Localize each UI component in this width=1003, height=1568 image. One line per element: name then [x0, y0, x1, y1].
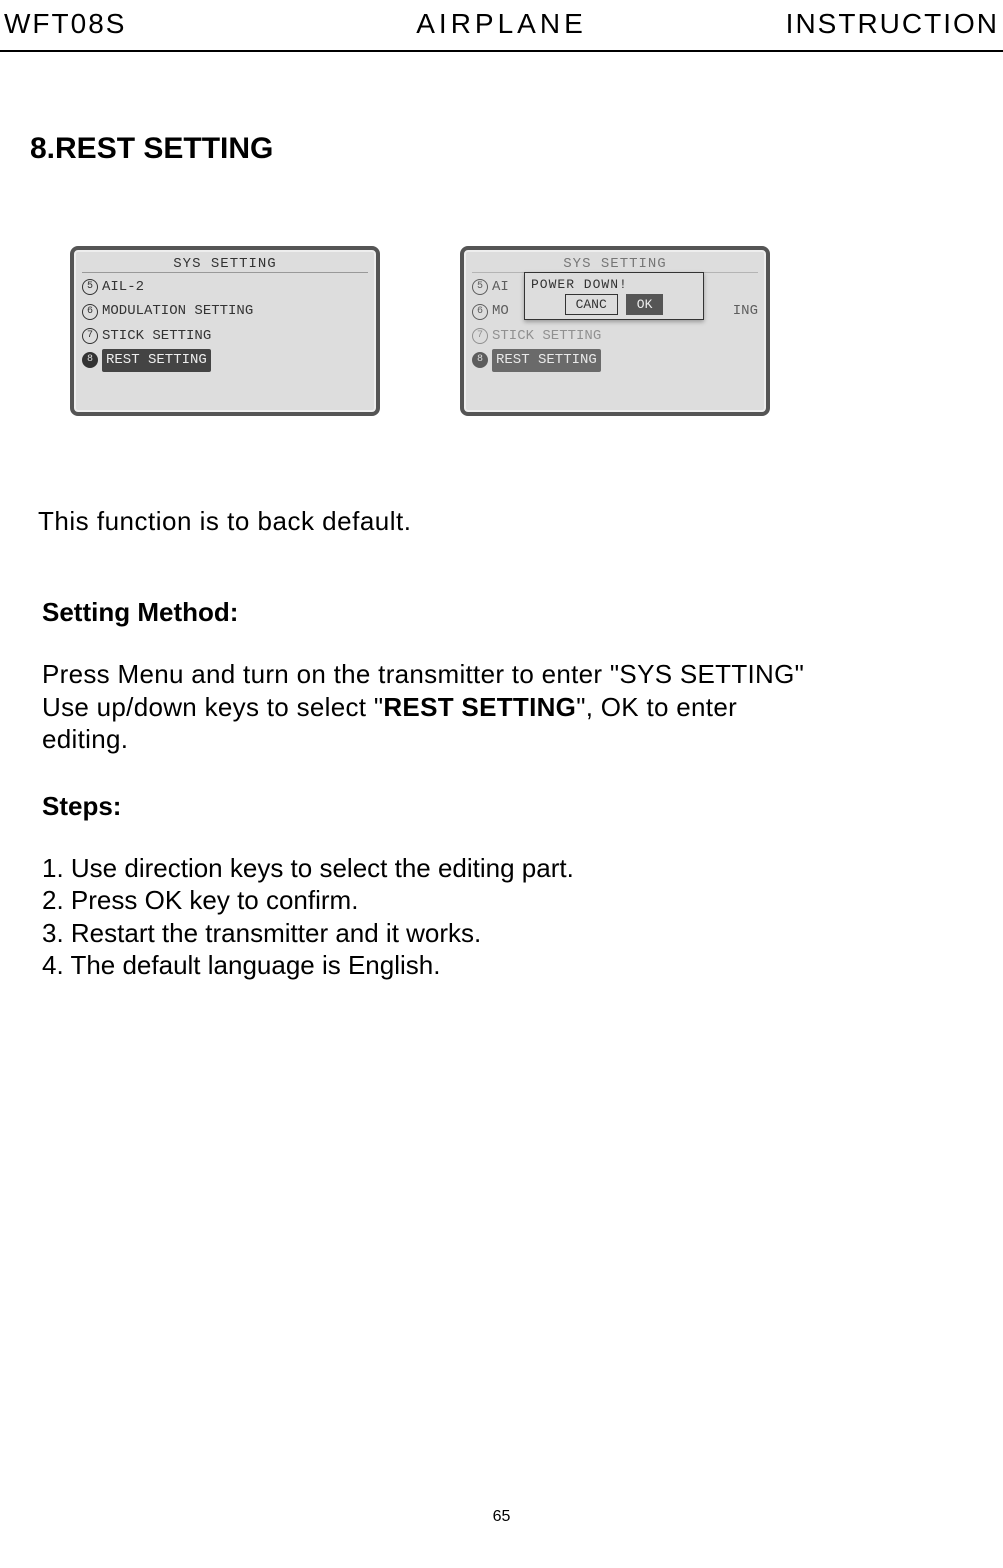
menu-number-icon: 6: [472, 304, 488, 320]
method-line-1: Press Menu and turn on the transmitter t…: [42, 658, 1003, 691]
menu-label-tail: ING: [733, 300, 758, 322]
step-item: 3. Restart the transmitter and it works.: [42, 917, 1003, 950]
menu-number-icon: 7: [472, 328, 488, 344]
cancel-button[interactable]: CANC: [565, 294, 618, 315]
ok-button[interactable]: OK: [626, 294, 664, 315]
lcd1-item-5: 5 AIL-2: [82, 275, 368, 299]
method-line-2: Use up/down keys to select "REST SETTING…: [42, 691, 1003, 724]
lcd-screen-1: SYS SETTING 5 AIL-2 6 MODULATION SETTING…: [70, 246, 380, 416]
header-model: WFT08S: [4, 8, 126, 40]
menu-number-icon: 8: [472, 352, 488, 368]
step-item: 1. Use direction keys to select the edit…: [42, 852, 1003, 885]
lcd1-item-6: 6 MODULATION SETTING: [82, 299, 368, 323]
menu-number-icon: 5: [472, 279, 488, 295]
menu-label: STICK SETTING: [102, 325, 211, 347]
header-type: INSTRUCTION: [786, 8, 999, 40]
menu-label-selected: REST SETTING: [102, 349, 211, 371]
menu-label: MO: [492, 300, 509, 322]
menu-number-icon: 6: [82, 304, 98, 320]
menu-number-icon: 5: [82, 279, 98, 295]
lcd2-item-7: 7 STICK SETTING: [472, 324, 758, 348]
steps-title: Steps:: [42, 791, 1003, 822]
lcd1-item-8: 8 REST SETTING: [82, 348, 368, 372]
method-text: ", OK to enter: [576, 692, 737, 722]
lcd1-menu: 5 AIL-2 6 MODULATION SETTING 7 STICK SET…: [82, 275, 368, 373]
popup-title: POWER DOWN!: [531, 277, 697, 292]
menu-number-icon: 7: [82, 328, 98, 344]
page-header: WFT08S AIRPLANE INSTRUCTION: [0, 0, 1003, 52]
menu-label: AI: [492, 276, 509, 298]
section-title: 8.REST SETTING: [30, 132, 1003, 166]
lcd-screenshots: SYS SETTING 5 AIL-2 6 MODULATION SETTING…: [70, 246, 1003, 416]
setting-method-body: Press Menu and turn on the transmitter t…: [42, 658, 1003, 756]
menu-label: AIL-2: [102, 276, 144, 298]
page-number: 65: [493, 1508, 511, 1526]
menu-label: MODULATION SETTING: [102, 300, 253, 322]
lcd2-title: SYS SETTING: [472, 256, 758, 273]
popup-buttons: CANC OK: [531, 294, 697, 315]
steps-list: 1. Use direction keys to select the edit…: [42, 852, 1003, 982]
menu-number-icon: 8: [82, 352, 98, 368]
method-line-3: editing.: [42, 723, 1003, 756]
function-description: This function is to back default.: [38, 506, 1003, 537]
lcd2-item-8: 8 REST SETTING: [472, 348, 758, 372]
method-bold: REST SETTING: [383, 692, 576, 722]
lcd-screen-2: SYS SETTING 5 AI 6 MO ING 7 STICK SETTIN…: [460, 246, 770, 416]
lcd1-item-7: 7 STICK SETTING: [82, 324, 368, 348]
method-text: Use up/down keys to select ": [42, 692, 383, 722]
menu-label: STICK SETTING: [492, 325, 601, 347]
menu-label-selected: REST SETTING: [492, 349, 601, 371]
step-item: 4. The default language is English.: [42, 949, 1003, 982]
header-category: AIRPLANE: [416, 8, 587, 40]
power-down-popup: POWER DOWN! CANC OK: [524, 272, 704, 320]
lcd1-title: SYS SETTING: [82, 256, 368, 273]
step-item: 2. Press OK key to confirm.: [42, 884, 1003, 917]
setting-method-title: Setting Method:: [42, 597, 1003, 628]
